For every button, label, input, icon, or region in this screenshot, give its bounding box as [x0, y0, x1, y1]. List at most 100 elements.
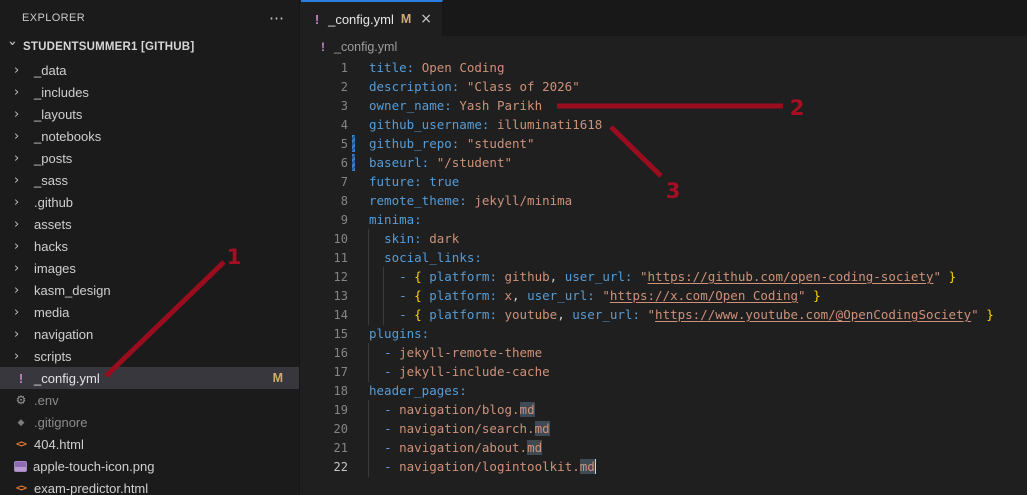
git-modified-gutter-marker [348, 134, 369, 153]
code-line-13[interactable]: 13 - { platform: x, user_url: "https://x… [301, 286, 1027, 305]
file-name: assets [34, 217, 72, 232]
code-text: - { platform: github, user_url: "https:/… [369, 269, 956, 284]
image-icon [14, 461, 27, 472]
line-number: 17 [301, 365, 348, 379]
explorer-title: EXPLORER [22, 12, 269, 24]
code-text: owner_name: Yash Parikh [369, 98, 542, 113]
gutter [348, 191, 369, 210]
file-name: _data [34, 63, 67, 78]
code-line-16[interactable]: 16 - jekyll-remote-theme [301, 343, 1027, 362]
chevron-right-icon: › [14, 129, 28, 144]
file-item-exam-predictor.html[interactable]: <>exam-predictor.html [0, 477, 299, 495]
file-name: images [34, 261, 76, 276]
chevron-right-icon: › [14, 173, 28, 188]
code-text: minima: [369, 212, 422, 227]
gutter [348, 419, 369, 438]
file-item-.gitignore[interactable]: ◆.gitignore [0, 411, 299, 433]
yaml-icon: ! [313, 12, 321, 27]
code-line-5[interactable]: 5github_repo: "student" [301, 134, 1027, 153]
gutter [348, 343, 369, 362]
chevron-right-icon: › [14, 217, 28, 232]
chevron-down-icon: › [5, 40, 20, 54]
code-text: - navigation/search.md [369, 421, 550, 436]
code-line-22[interactable]: 22 - navigation/logintoolkit.md [301, 457, 1027, 476]
close-icon[interactable]: × [420, 11, 432, 27]
code-text: - { platform: x, user_url: "https://x.co… [369, 288, 821, 303]
code-line-8[interactable]: 8remote_theme: jekyll/minima [301, 191, 1027, 210]
folder-item-navigation[interactable]: ›navigation [0, 323, 299, 345]
folder-item-media[interactable]: ›media [0, 301, 299, 323]
more-actions-icon[interactable]: ⋯ [269, 9, 285, 27]
folder-item-scripts[interactable]: ›scripts [0, 345, 299, 367]
code-line-12[interactable]: 12 - { platform: github, user_url: "http… [301, 267, 1027, 286]
line-number: 2 [301, 80, 348, 94]
file-name: .github [34, 195, 73, 210]
line-number: 14 [301, 308, 348, 322]
code-line-1[interactable]: 1title: Open Coding [301, 58, 1027, 77]
code-line-18[interactable]: 18header_pages: [301, 381, 1027, 400]
code-line-15[interactable]: 15 plugins: [301, 324, 1027, 343]
chevron-right-icon: › [14, 327, 28, 342]
line-number: 7 [301, 175, 348, 189]
editor-group: ! _config.yml M × ! _config.yml 1title: … [301, 0, 1027, 495]
file-item-404.html[interactable]: <>404.html [0, 433, 299, 455]
workspace-root-item[interactable]: › STUDENTSUMMER1 [GITHUB] [0, 36, 299, 58]
folder-item-images[interactable]: › images [0, 257, 299, 279]
indent-guide [368, 343, 369, 382]
file-list: › _data ›_includes›_layouts›_notebooks›_po… [0, 59, 299, 495]
folder-item-kasm_design[interactable]: ›kasm_design [0, 279, 299, 301]
file-name: .env [34, 393, 59, 408]
gutter [348, 96, 369, 115]
folder-item-_posts[interactable]: ›_posts [0, 147, 299, 169]
code-line-17[interactable]: 17 - jekyll-include-cache [301, 362, 1027, 381]
folder-item-assets[interactable]: › assets [0, 213, 299, 235]
code-line-10[interactable]: 10 skin: dark [301, 229, 1027, 248]
code-line-7[interactable]: 7future: true [301, 172, 1027, 191]
code-line-3[interactable]: 3owner_name: Yash Parikh [301, 96, 1027, 115]
gutter [348, 362, 369, 381]
gutter [348, 229, 369, 248]
folder-item-_layouts[interactable]: ›_layouts [0, 103, 299, 125]
code-text: - navigation/about.md [369, 440, 542, 455]
code-line-19[interactable]: 19 - navigation/blog.md [301, 400, 1027, 419]
line-number: 5 [301, 137, 348, 151]
code-text: - { platform: youtube, user_url: "https:… [369, 307, 994, 322]
code-line-14[interactable]: 14 - { platform: youtube, user_url: "htt… [301, 305, 1027, 324]
folder-item-.github[interactable]: ›.github [0, 191, 299, 213]
code-text: header_pages: [369, 383, 467, 398]
file-item-_config.yml[interactable]: !_config.ymlM [0, 367, 299, 389]
html-icon: <> [14, 483, 28, 494]
code-text: - jekyll-remote-theme [369, 345, 542, 360]
file-item-apple-touch-icon.png[interactable]: apple-touch-icon.png [0, 455, 299, 477]
folder-item-_sass[interactable]: ›_sass [0, 169, 299, 191]
code-text: - jekyll-include-cache [369, 364, 550, 379]
folder-item-_includes[interactable]: ›_includes [0, 81, 299, 103]
folder-item-_notebooks[interactable]: ›_notebooks [0, 125, 299, 147]
code-line-4[interactable]: 4github_username: illuminati1618 [301, 115, 1027, 134]
code-text: baseurl: "/student" [369, 155, 512, 170]
file-name: scripts [34, 349, 72, 364]
file-item-.env[interactable]: ⚙.env [0, 389, 299, 411]
tab-config-yml[interactable]: ! _config.yml M × [301, 0, 443, 36]
line-number: 12 [301, 270, 348, 284]
breadcrumb[interactable]: ! _config.yml [301, 36, 1027, 58]
code-line-9[interactable]: 9minima: [301, 210, 1027, 229]
gutter [348, 77, 369, 96]
code-line-2[interactable]: 2description: "Class of 2026" [301, 77, 1027, 96]
chevron-right-icon: › [14, 63, 28, 78]
folder-item-hacks[interactable]: ›hacks [0, 235, 299, 257]
code-line-6[interactable]: 6baseurl: "/student" [301, 153, 1027, 172]
folder-item-_data[interactable]: › _data [0, 59, 299, 81]
code-line-21[interactable]: 21 - navigation/about.md [301, 438, 1027, 457]
gutter [348, 210, 369, 229]
file-name: apple-touch-icon.png [33, 459, 154, 474]
file-name: 404.html [34, 437, 84, 452]
code-line-20[interactable]: 20 - navigation/search.md [301, 419, 1027, 438]
chevron-right-icon: › [14, 261, 28, 276]
code-text: plugins: [369, 326, 429, 341]
yaml-icon: ! [318, 40, 328, 54]
gutter [348, 115, 369, 134]
gutter [348, 286, 369, 305]
line-number: 15 [301, 327, 348, 341]
code-line-11[interactable]: 11 social_links: [301, 248, 1027, 267]
